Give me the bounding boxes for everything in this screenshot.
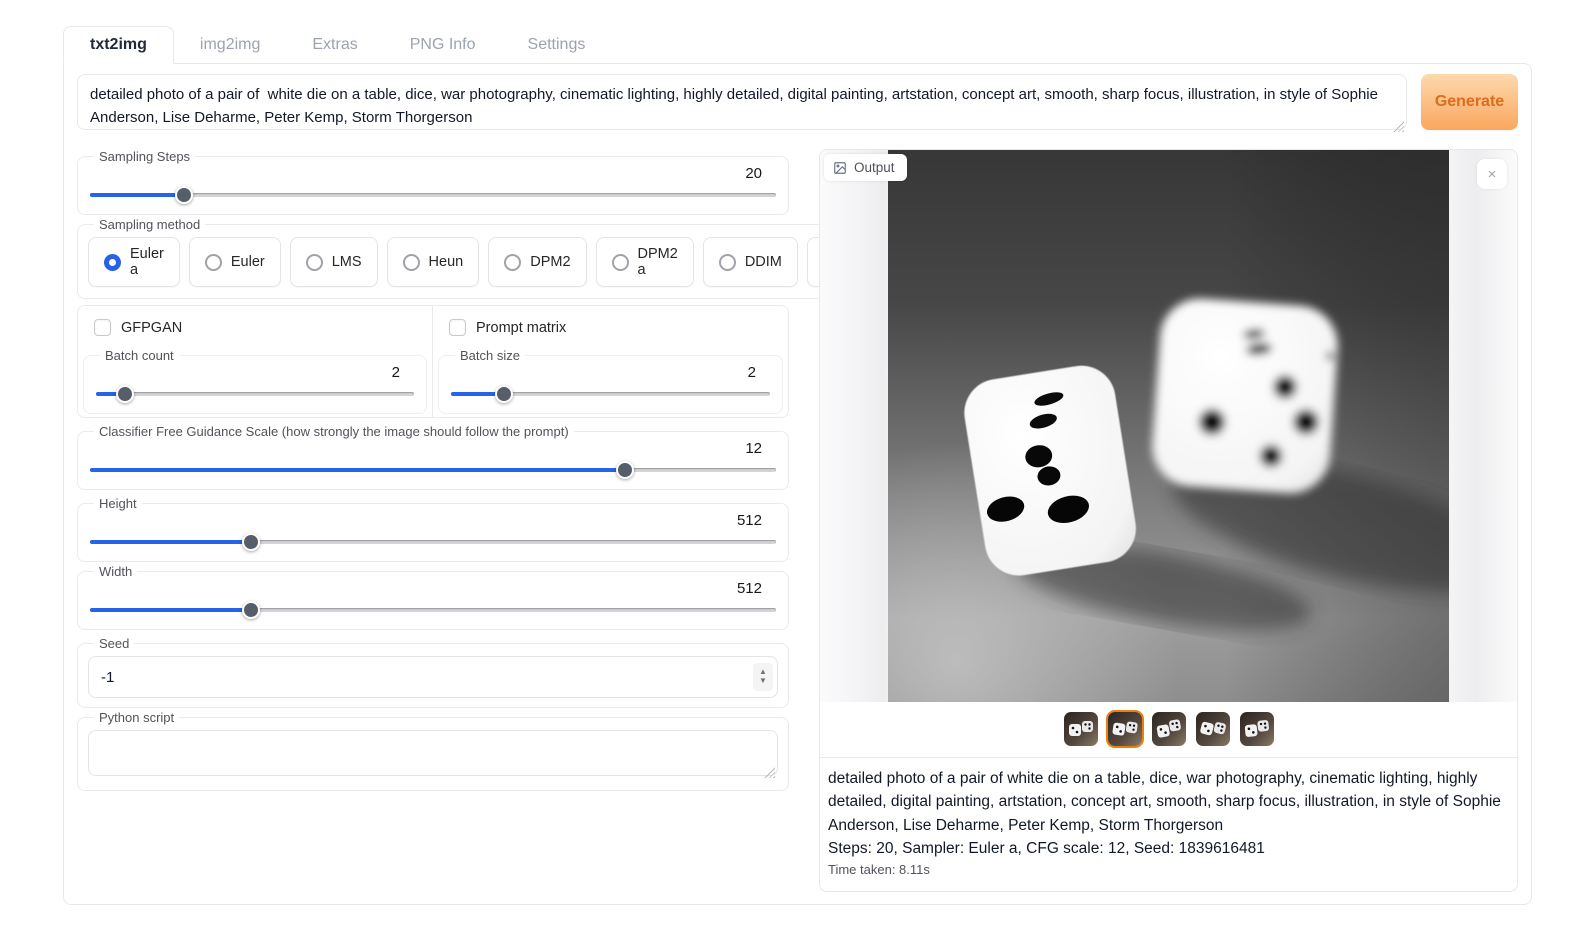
prompt-matrix-checkbox[interactable]: Prompt matrix xyxy=(433,306,788,348)
tab-img2img[interactable]: img2img xyxy=(174,27,286,63)
seed-input[interactable] xyxy=(88,656,778,698)
slider-thumb[interactable] xyxy=(242,533,260,551)
sampler-option-label: Heun xyxy=(429,254,464,270)
batch-count-value: 2 xyxy=(94,364,416,384)
python-script-label: Python script xyxy=(94,710,179,725)
batch-count-slider[interactable] xyxy=(96,384,414,404)
prompt-row: detailed photo of a pair of white die on… xyxy=(77,74,1518,135)
radio-icon[interactable] xyxy=(403,254,420,271)
batch-count-label: Batch count xyxy=(100,348,179,363)
txt2img-panel: detailed photo of a pair of white die on… xyxy=(63,63,1532,905)
tab-extras[interactable]: Extras xyxy=(286,27,383,63)
width-label: Width xyxy=(94,564,137,579)
sampler-option-euler[interactable]: Euler xyxy=(189,237,281,287)
settings-column: Sampling Steps 20 Sampling method Euler … xyxy=(77,149,789,892)
gallery-thumbnail-4[interactable] xyxy=(1238,710,1276,748)
batch-size-slider[interactable] xyxy=(451,384,770,404)
sampling-method-label: Sampling method xyxy=(94,217,205,232)
sampling-method-group: Sampling method Euler a Euler LMS Heun DPM2 D… xyxy=(77,217,915,299)
checkbox-box[interactable] xyxy=(449,319,466,336)
height-label: Height xyxy=(94,496,142,511)
gallery-thumbnail-0[interactable] xyxy=(1062,710,1100,748)
image-icon xyxy=(833,161,847,175)
sampler-option-dpm2[interactable]: DPM2 xyxy=(488,237,586,287)
slider-thumb[interactable] xyxy=(116,385,134,403)
close-icon[interactable]: × xyxy=(1477,159,1507,189)
sampling-steps-group: Sampling Steps 20 xyxy=(77,149,789,215)
sampling-steps-value: 20 xyxy=(88,165,778,185)
sampler-option-label: DDIM xyxy=(745,254,782,270)
gallery-thumbnail-1[interactable] xyxy=(1106,710,1144,748)
gfpgan-checkbox[interactable]: GFPGAN xyxy=(78,306,433,348)
tab-settings[interactable]: Settings xyxy=(502,27,612,63)
radio-icon[interactable] xyxy=(719,254,736,271)
tab-png-info[interactable]: PNG Info xyxy=(384,27,502,63)
cfg-scale-value: 12 xyxy=(88,440,778,460)
seed-spinner[interactable]: ▲▼ xyxy=(753,663,773,691)
spinner-down-icon[interactable]: ▼ xyxy=(759,677,767,686)
gallery-thumbnail-2[interactable] xyxy=(1150,710,1188,748)
batch-count-group: Batch count 2 xyxy=(83,348,427,414)
generated-image[interactable] xyxy=(888,150,1449,702)
sampling-steps-slider[interactable] xyxy=(90,185,776,205)
sampler-option-ddim[interactable]: DDIM xyxy=(703,237,798,287)
width-value: 512 xyxy=(88,580,778,600)
output-panel: Output × detailed photo of a pair of whi… xyxy=(819,149,1518,892)
slider-thumb[interactable] xyxy=(175,186,193,204)
batch-size-label: Batch size xyxy=(455,348,525,363)
cfg-scale-label: Classifier Free Guidance Scale (how stro… xyxy=(94,424,574,439)
sampler-option-label: Euler xyxy=(231,254,265,270)
output-label: Output xyxy=(854,160,895,175)
output-gallery: Output × xyxy=(820,150,1517,702)
radio-selected-icon[interactable] xyxy=(104,254,121,271)
caption-params: Steps: 20, Sampler: Euler a, CFG scale: … xyxy=(828,837,1509,860)
sampler-option-lms[interactable]: LMS xyxy=(290,237,378,287)
gfpgan-label: GFPGAN xyxy=(121,320,182,336)
sampler-option-heun[interactable]: Heun xyxy=(387,237,480,287)
sampling-steps-label: Sampling Steps xyxy=(94,149,195,164)
width-group: Width 512 xyxy=(77,564,789,630)
radio-icon[interactable] xyxy=(306,254,323,271)
thumbnail-strip xyxy=(820,702,1517,757)
python-script-input[interactable] xyxy=(88,730,778,776)
sampler-option-label: DPM2 a xyxy=(638,246,678,278)
caption-time-taken: Time taken: 8.11s xyxy=(828,862,1509,877)
tab-txt2img[interactable]: txt2img xyxy=(63,26,174,64)
sampler-option-euler-a[interactable]: Euler a xyxy=(88,237,180,287)
output-header: Output xyxy=(824,154,907,181)
radio-icon[interactable] xyxy=(504,254,521,271)
prompt-input[interactable]: detailed photo of a pair of white die on… xyxy=(77,74,1407,130)
cfg-scale-slider[interactable] xyxy=(90,460,776,480)
seed-label: Seed xyxy=(94,636,134,651)
slider-thumb[interactable] xyxy=(495,385,513,403)
width-slider[interactable] xyxy=(90,600,776,620)
height-slider[interactable] xyxy=(90,532,776,552)
batch-size-value: 2 xyxy=(449,364,772,384)
sampler-option-label: Euler a xyxy=(130,246,164,278)
prompt-matrix-label: Prompt matrix xyxy=(476,320,566,336)
height-group: Height 512 xyxy=(77,496,789,562)
gallery-thumbnail-3[interactable] xyxy=(1194,710,1232,748)
generate-button[interactable]: Generate xyxy=(1421,74,1518,130)
caption-prompt: detailed photo of a pair of white die on… xyxy=(828,767,1509,837)
tab-bar: txt2imgimg2imgExtrasPNG InfoSettings xyxy=(63,24,1532,63)
sampler-option-dpm2-a[interactable]: DPM2 a xyxy=(596,237,694,287)
cfg-scale-group: Classifier Free Guidance Scale (how stro… xyxy=(77,424,789,490)
checkbox-box[interactable] xyxy=(94,319,111,336)
height-value: 512 xyxy=(88,512,778,532)
slider-thumb[interactable] xyxy=(242,601,260,619)
generation-info: detailed photo of a pair of white die on… xyxy=(820,757,1517,891)
sampling-method-options: Euler aEulerLMSHeunDPM2DPM2 aDDIMPLMS xyxy=(88,233,904,289)
radio-icon[interactable] xyxy=(612,254,629,271)
stable-diffusion-webui: txt2imgimg2imgExtrasPNG InfoSettings det… xyxy=(63,24,1532,905)
sampler-option-label: LMS xyxy=(332,254,362,270)
slider-thumb[interactable] xyxy=(616,461,634,479)
radio-icon[interactable] xyxy=(205,254,222,271)
seed-group: Seed ▲▼ xyxy=(77,636,789,708)
options-panel: GFPGAN Prompt matrix Batch count 2 xyxy=(77,305,789,418)
python-script-group: Python script xyxy=(77,710,789,791)
sampler-option-label: DPM2 xyxy=(530,254,570,270)
batch-size-group: Batch size 2 xyxy=(438,348,783,414)
